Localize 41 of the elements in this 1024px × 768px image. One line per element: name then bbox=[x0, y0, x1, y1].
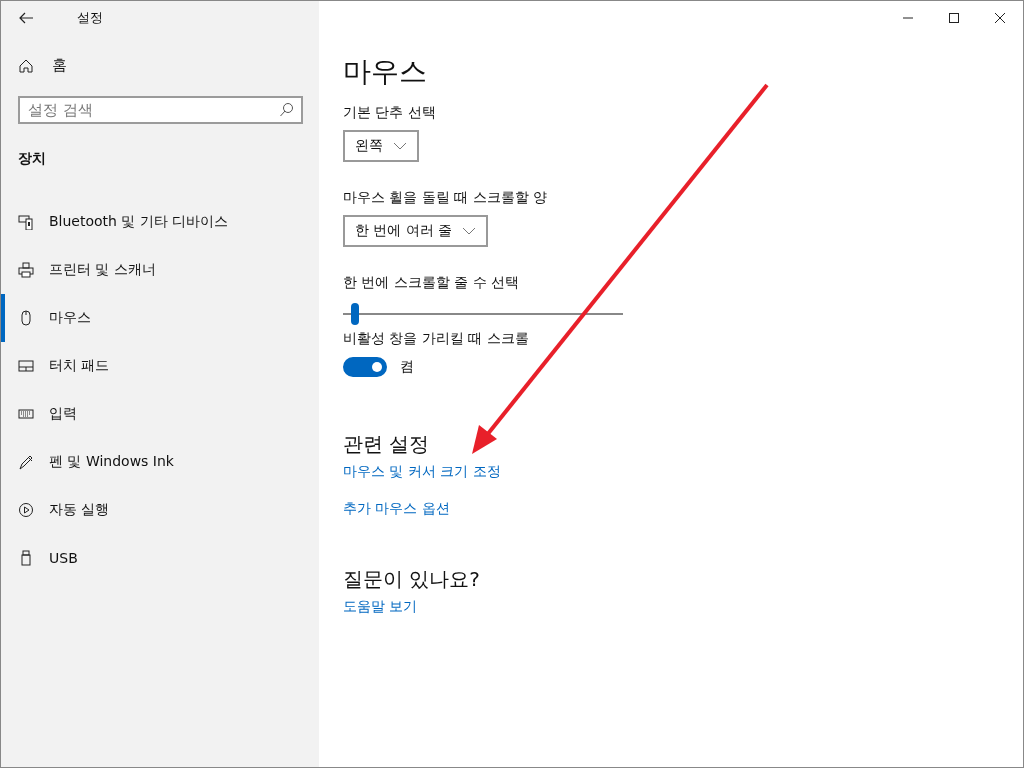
home-icon bbox=[18, 57, 34, 74]
link[interactable]: 추가 마우스 옵션 bbox=[343, 500, 450, 518]
toggle-switch[interactable] bbox=[343, 357, 387, 377]
nav-item[interactable]: 자동 실행 bbox=[1, 486, 319, 534]
nav-item[interactable]: 입력 bbox=[1, 390, 319, 438]
link[interactable]: 마우스 및 커서 크기 조정 bbox=[343, 463, 501, 481]
close-icon bbox=[994, 12, 1006, 24]
setting-label: 기본 단추 선택 bbox=[343, 103, 437, 121]
window-title: 설정 bbox=[77, 9, 103, 27]
dropdown[interactable]: 왼쪽 bbox=[343, 130, 419, 162]
slider-thumb[interactable] bbox=[351, 303, 360, 325]
printer-icon bbox=[18, 262, 34, 278]
dropdown[interactable]: 한 번에 여러 줄 bbox=[343, 215, 489, 247]
search-field[interactable]: 설정 검색 bbox=[18, 96, 303, 124]
usb-drive-icon bbox=[18, 550, 34, 566]
pen-icon bbox=[18, 454, 34, 470]
page-title: 마우스 bbox=[343, 55, 428, 89]
autoplay-icon bbox=[18, 502, 34, 518]
chevron-down-icon bbox=[393, 142, 407, 150]
maximize-icon bbox=[948, 12, 960, 24]
chevron-down-icon bbox=[462, 227, 477, 235]
link[interactable]: 도움말 보기 bbox=[343, 598, 418, 616]
toggle-state: 켬 bbox=[400, 358, 414, 376]
touchpad-icon bbox=[18, 358, 34, 374]
keyboard-icon bbox=[18, 406, 34, 422]
section-heading: 장치 bbox=[18, 150, 47, 168]
setting-label: 한 번에 스크롤할 줄 수 선택 bbox=[343, 273, 521, 291]
setting-label: 마우스 휠을 돌릴 때 스크롤할 양 bbox=[343, 188, 549, 206]
nav-item[interactable]: 프린터 및 스캐너 bbox=[1, 246, 319, 294]
back-arrow-icon bbox=[18, 10, 34, 26]
setting-label: 비활성 창을 가리킬 때 스크롤 bbox=[343, 329, 530, 347]
search-icon bbox=[279, 102, 295, 118]
nav-item[interactable]: USB bbox=[1, 534, 319, 582]
nav-item[interactable]: Bluetooth 및 기타 디바이스 bbox=[1, 198, 319, 246]
section-heading: 질문이 있나요? bbox=[343, 566, 481, 592]
nav-item[interactable]: 펜 및 Windows Ink bbox=[1, 438, 319, 486]
home-link[interactable]: 홈 bbox=[18, 56, 67, 75]
section-heading: 관련 설정 bbox=[343, 431, 431, 457]
slider[interactable] bbox=[343, 303, 623, 325]
mouse-icon bbox=[18, 310, 34, 326]
nav-item[interactable]: 터치 패드 bbox=[1, 342, 319, 390]
